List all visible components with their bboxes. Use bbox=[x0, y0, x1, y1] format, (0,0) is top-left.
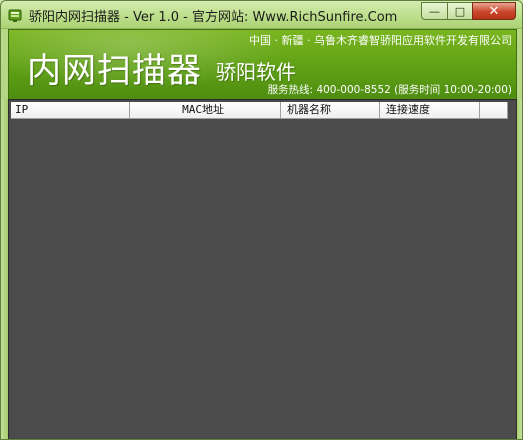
service-hotline: 服务热线: 400-000-8552 (服务时间 10:00-20:00) bbox=[267, 84, 512, 96]
minimize-button[interactable]: — bbox=[421, 2, 447, 20]
close-icon: ✕ bbox=[488, 3, 500, 19]
close-button[interactable]: ✕ bbox=[472, 2, 516, 20]
maximize-button[interactable]: □ bbox=[447, 2, 472, 20]
brand-name: 骄阳软件 bbox=[216, 60, 296, 84]
minimize-icon: — bbox=[429, 4, 440, 18]
window-controls: — □ ✕ bbox=[421, 2, 516, 20]
column-header-mac[interactable]: MAC地址 bbox=[130, 102, 281, 119]
title-bar[interactable]: 骄阳内网扫描器 - Ver 1.0 - 官方网站: Www.RichSunfir… bbox=[1, 1, 522, 29]
column-header-connection-speed[interactable]: 连接速度 bbox=[380, 102, 480, 119]
app-window: 骄阳内网扫描器 - Ver 1.0 - 官方网站: Www.RichSunfir… bbox=[0, 0, 523, 440]
maximize-icon: □ bbox=[454, 4, 466, 18]
column-header-extra[interactable] bbox=[480, 102, 508, 119]
left-frame-strip bbox=[1, 99, 8, 439]
header-banner: 中国 · 新疆 · 乌鲁木齐睿智骄阳应用软件开发有限公司 内网扫描器 骄阳软件 … bbox=[8, 29, 517, 99]
scan-results-list[interactable]: IP MAC地址 机器名称 连接速度 bbox=[8, 99, 517, 439]
column-header-machine-name[interactable]: 机器名称 bbox=[281, 102, 380, 119]
product-name: 内网扫描器 bbox=[27, 51, 202, 91]
company-name: 中国 · 新疆 · 乌鲁木齐睿智骄阳应用软件开发有限公司 bbox=[249, 34, 512, 47]
window-title: 骄阳内网扫描器 - Ver 1.0 - 官方网站: Www.RichSunfir… bbox=[29, 10, 398, 25]
app-icon[interactable] bbox=[7, 7, 23, 23]
list-header: IP MAC地址 机器名称 连接速度 bbox=[11, 102, 508, 119]
column-header-ip[interactable]: IP bbox=[11, 102, 130, 119]
